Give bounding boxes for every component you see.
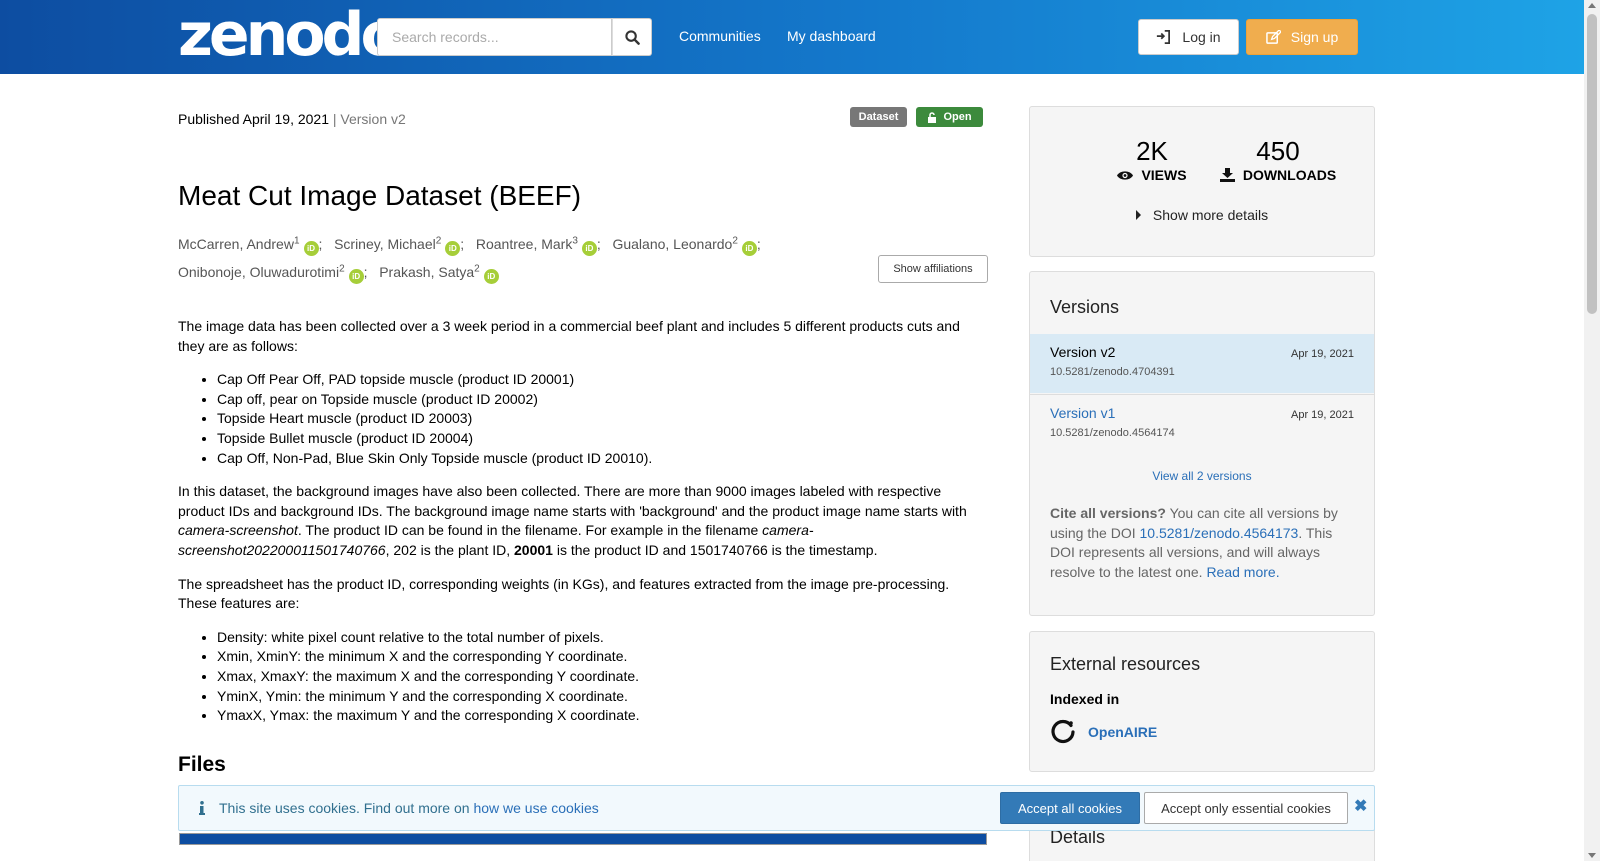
orcid-icon[interactable]: iD (348, 269, 364, 285)
nav-my-dashboard[interactable]: My dashboard (787, 28, 876, 44)
eye-icon (1117, 170, 1134, 180)
version-doi: 10.5281/zenodo.4704391 (1050, 366, 1175, 378)
downloads-stat: 450 DOWNLOADS (1218, 135, 1338, 183)
scrollbar-thumb[interactable] (1587, 14, 1597, 314)
signup-button[interactable]: Sign up (1246, 19, 1358, 55)
edit-icon (1265, 29, 1281, 44)
orcid-icon[interactable]: iD (303, 240, 319, 256)
list-item: Density: white pixel count relative to t… (217, 628, 990, 648)
views-label: VIEWS (1141, 167, 1187, 183)
version-row-current[interactable]: Version v2 Apr 19, 2021 10.5281/zenodo.4… (1030, 334, 1374, 393)
search-input[interactable] (377, 18, 612, 56)
page-scrollbar[interactable] (1584, 0, 1600, 861)
list-item: YminX, Ymin: the minimum Y and the corre… (217, 687, 990, 707)
external-resources-panel: External resources Indexed in OpenAIRE (1029, 631, 1375, 772)
version-date: Apr 19, 2021 (1291, 348, 1354, 360)
list-item: Cap Off Pear Off, PAD topside muscle (pr… (217, 370, 990, 390)
record-description: The image data has been collected over a… (178, 317, 990, 740)
files-panel-header[interactable] (179, 833, 987, 845)
search-icon (624, 29, 640, 45)
cite-question: Cite all versions? (1050, 505, 1166, 521)
author-item[interactable]: Roantree, Mark3iD; (476, 235, 609, 256)
list-item: Topside Bullet muscle (product ID 20004) (217, 429, 990, 449)
caret-right-icon (1135, 210, 1141, 220)
search-button[interactable] (612, 18, 652, 56)
orcid-icon[interactable]: iD (581, 240, 597, 256)
list-item: Cap Off, Non-Pad, Blue Skin Only Topside… (217, 449, 990, 469)
cite-all-versions: Cite all versions? You can cite all vers… (1050, 505, 1338, 580)
cookie-policy-link[interactable]: how we use cookies (473, 800, 598, 816)
author-item[interactable]: Gualano, Leonardo2iD; (612, 235, 761, 256)
downloads-label: DOWNLOADS (1242, 167, 1337, 183)
version-row[interactable]: Version v1 Apr 19, 2021 10.5281/zenodo.4… (1030, 394, 1374, 453)
cookie-message: This site uses cookies. Find out more on… (219, 800, 599, 816)
download-icon (1219, 168, 1235, 182)
unlock-icon (928, 111, 937, 123)
author-item[interactable]: McCarren, Andrew1iD; (178, 235, 330, 256)
versions-heading: Versions (1050, 297, 1120, 317)
login-button[interactable]: Log in (1138, 19, 1239, 55)
login-label: Log in (1182, 29, 1221, 45)
info-icon (199, 801, 205, 815)
description-paragraph: In this dataset, the background images h… (178, 483, 967, 558)
views-stat: 2K VIEWS (1092, 135, 1212, 183)
author-item[interactable]: Onibonoje, Oluwadurotimi2iD; (178, 264, 375, 285)
cookie-banner: This site uses cookies. Find out more on… (178, 785, 1375, 831)
list-item: Xmax, XmaxY: the maximum X and the corre… (217, 667, 990, 687)
accept-all-cookies-button[interactable]: Accept all cookies (1000, 792, 1140, 824)
description-paragraph: The spreadsheet has the product ID, corr… (178, 575, 950, 612)
stats-panel: 2K VIEWS 450 DOWNLOADS Show more details (1029, 106, 1375, 257)
published-date: Published April 19, 2021 (178, 111, 329, 127)
close-icon[interactable]: ✖ (1354, 796, 1367, 816)
features-list: Density: white pixel count relative to t… (217, 628, 990, 726)
external-resources-heading: External resources (1050, 654, 1201, 674)
openaire-label: OpenAIRE (1088, 724, 1158, 740)
top-navbar: zenodo Communities My dashboard Log in S… (0, 0, 1584, 74)
version-date: Apr 19, 2021 (1291, 409, 1354, 421)
author-list: McCarren, Andrew1iD; Scriney, Michael2iD… (178, 228, 818, 285)
views-count: 2K (1136, 136, 1168, 166)
author-item[interactable]: Prakash, Satya2iD (379, 264, 499, 285)
version-label: Version v2 (340, 111, 406, 127)
product-cuts-list: Cap Off Pear Off, PAD topside muscle (pr… (217, 370, 990, 468)
read-more-link[interactable]: Read more. (1206, 564, 1279, 580)
description-paragraph: The image data has been collected over a… (178, 318, 960, 354)
search-form (377, 18, 652, 56)
resource-type-badge: Dataset (850, 107, 907, 127)
scroll-up-arrow-icon[interactable] (1588, 3, 1596, 8)
list-item: Topside Heart muscle (product ID 20003) (217, 409, 990, 429)
downloads-count: 450 (1256, 136, 1300, 166)
list-item: Xmin, XminY: the minimum X and the corre… (217, 647, 990, 667)
list-item: Cap off, pear on Topside muscle (product… (217, 390, 990, 410)
versions-panel: Versions Version v2 Apr 19, 2021 10.5281… (1029, 271, 1375, 616)
publication-info: Published April 19, 2021 | Version v2 (178, 111, 406, 127)
accept-essential-cookies-button[interactable]: Accept only essential cookies (1144, 792, 1348, 824)
show-affiliations-button[interactable]: Show affiliations (878, 255, 988, 283)
scroll-down-arrow-icon[interactable] (1588, 853, 1596, 858)
concept-doi-link[interactable]: 10.5281/zenodo.4564173 (1140, 525, 1299, 541)
access-label: Open (943, 111, 972, 123)
list-item: YmaxX, Ymax: the maximum Y and the corre… (217, 706, 990, 726)
indexed-in-label: Indexed in (1050, 691, 1120, 707)
show-more-details-toggle[interactable]: Show more details (1030, 207, 1374, 223)
signup-label: Sign up (1290, 29, 1339, 45)
zenodo-logo[interactable]: zenodo (178, 2, 402, 68)
record-title: Meat Cut Image Dataset (BEEF) (178, 180, 582, 211)
orcid-icon[interactable]: iD (445, 240, 461, 256)
sign-in-icon (1157, 30, 1171, 44)
show-more-details-label: Show more details (1152, 207, 1269, 223)
access-badge: Open (916, 107, 983, 127)
openaire-logo-icon (1051, 719, 1075, 744)
version-doi: 10.5281/zenodo.4564174 (1050, 427, 1175, 439)
view-all-versions-link[interactable]: View all 2 versions (1030, 469, 1374, 483)
orcid-icon[interactable]: iD (741, 240, 757, 256)
files-heading: Files (178, 753, 226, 776)
openaire-link[interactable]: OpenAIRE (1050, 719, 1157, 745)
author-item[interactable]: Scriney, Michael2iD; (334, 235, 472, 256)
nav-communities[interactable]: Communities (679, 28, 761, 44)
orcid-icon[interactable]: iD (483, 269, 499, 285)
